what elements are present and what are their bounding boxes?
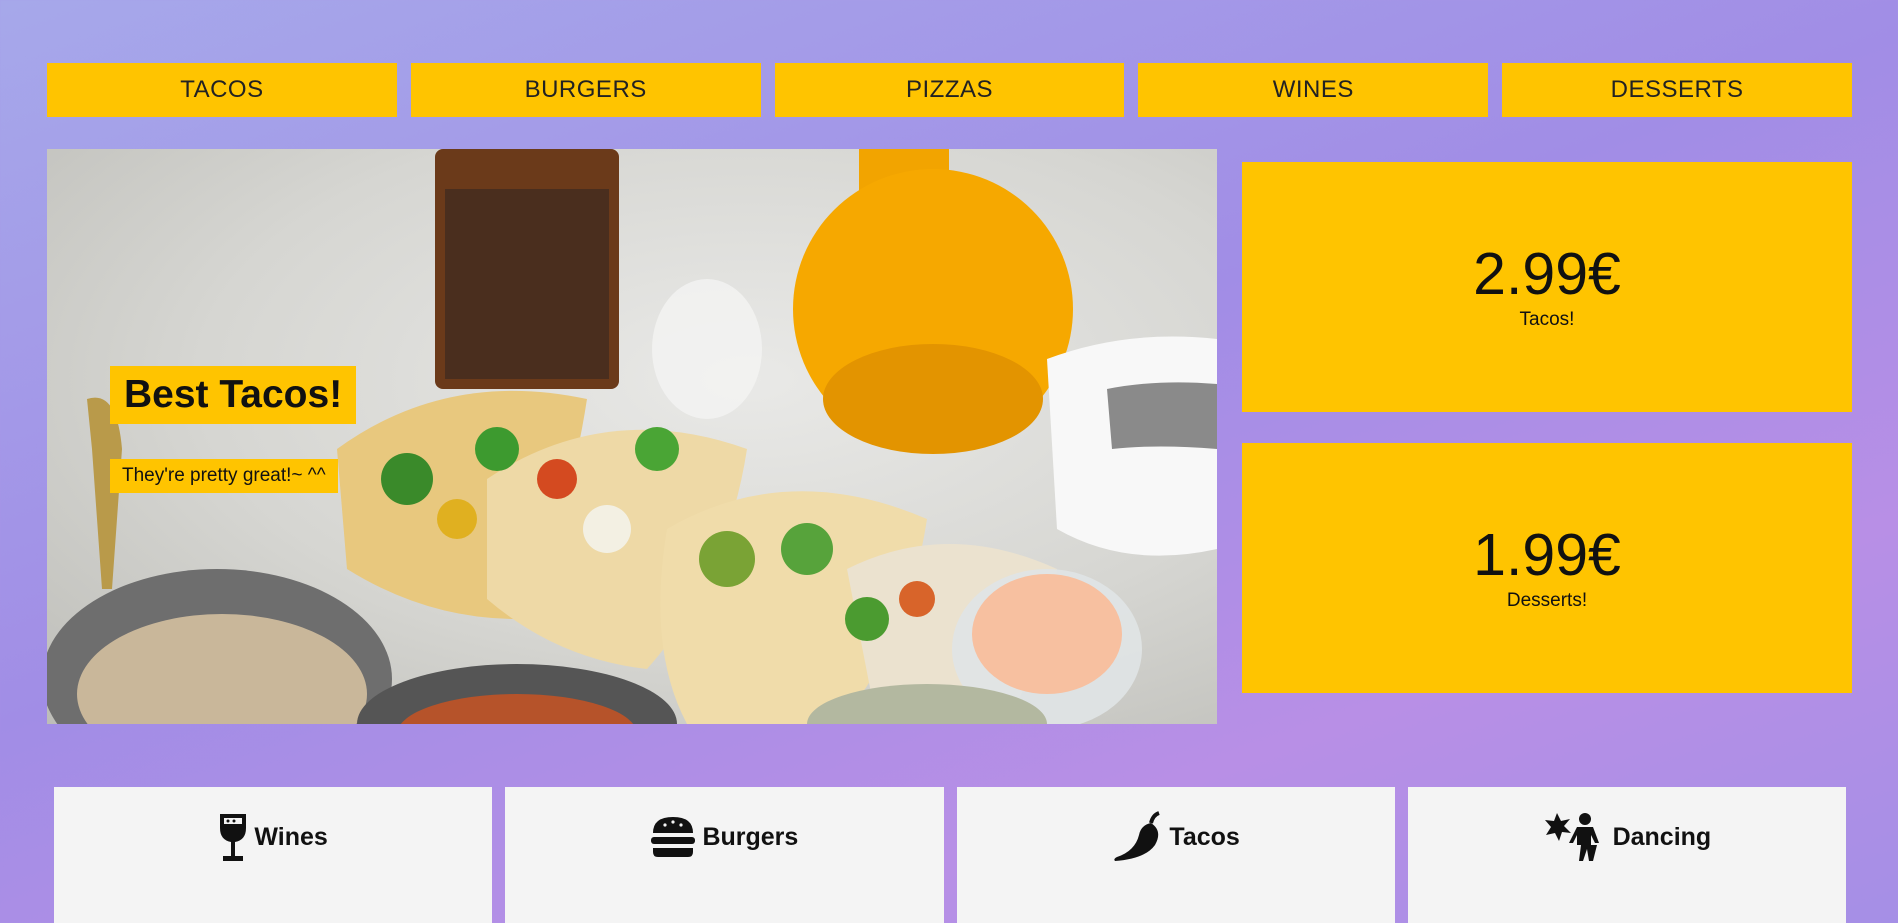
category-cards: Wines Burgers Tacos Dancing (54, 787, 1846, 923)
pepper-icon (1114, 811, 1161, 861)
category-card-dancing[interactable]: Dancing (1407, 787, 1846, 923)
promo-label: Tacos! (1519, 309, 1575, 330)
hero-banner: Best Tacos! They're pretty great!~ ^^ (47, 149, 1217, 724)
wine-glass-icon (220, 814, 247, 861)
category-card-wines[interactable]: Wines (54, 787, 493, 923)
promo-card-desserts[interactable]: 1.99€ Desserts! (1242, 443, 1852, 693)
category-label: Tacos (1169, 822, 1240, 851)
top-nav: TACOS BURGERS PIZZAS WINES DESSERTS (47, 63, 1852, 117)
dancing-icon (1544, 813, 1599, 861)
promo-label: Desserts! (1506, 590, 1588, 611)
category-label: Burgers (702, 822, 799, 851)
promo-price: 1.99€ (1473, 522, 1621, 588)
nav-item-wines[interactable]: WINES (1138, 63, 1489, 117)
hero-subtitle: They're pretty great!~ ^^ (110, 459, 338, 493)
category-label: Dancing (1612, 822, 1712, 851)
hero-tacos-photo (47, 149, 1217, 724)
category-card-tacos[interactable]: Tacos (956, 787, 1395, 923)
category-label: Wines (254, 822, 328, 851)
promo-card-tacos[interactable]: 2.99€ Tacos! (1242, 162, 1852, 412)
nav-item-desserts[interactable]: DESSERTS (1502, 63, 1852, 117)
nav-item-burgers[interactable]: BURGERS (410, 63, 761, 117)
hero-title: Best Tacos! (110, 366, 357, 424)
nav-item-tacos[interactable]: TACOS (47, 63, 397, 117)
category-card-burgers[interactable]: Burgers (505, 787, 944, 923)
nav-item-pizzas[interactable]: PIZZAS (774, 63, 1125, 117)
promo-price: 2.99€ (1473, 241, 1621, 307)
burger-icon (651, 817, 696, 857)
